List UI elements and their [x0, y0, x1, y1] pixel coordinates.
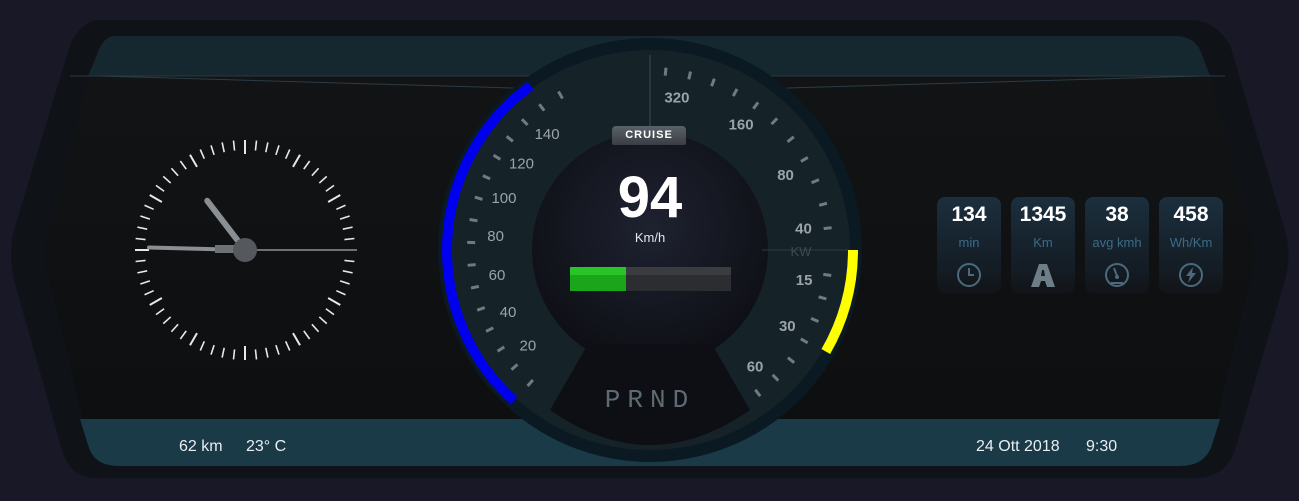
time-readout: 9:30 [1086, 438, 1118, 455]
speed-tick [538, 103, 546, 112]
speed-value: 94 [617, 165, 683, 230]
power-tick-label: 320 [664, 89, 689, 106]
power-tick [823, 226, 832, 231]
speed-tick [557, 90, 564, 100]
stat-unit: avg kmh [1092, 235, 1142, 250]
power-tick-label: 15 [796, 272, 813, 289]
battery-bar [570, 267, 731, 291]
stat-card-distance: 1345 Km [1011, 197, 1075, 293]
power-tick [754, 388, 762, 398]
power-tick [752, 101, 760, 110]
stat-card-duration: 134 min [937, 197, 1001, 293]
speed-tick [520, 118, 529, 127]
stat-card-consumption: 458 Wh/Km [1159, 197, 1223, 293]
power-tick [818, 201, 828, 207]
power-tick-label: 80 [777, 167, 794, 184]
date-readout: 24 Ott 2018 [976, 438, 1060, 455]
power-unit-label: KW [791, 244, 813, 259]
power-tick [710, 78, 716, 87]
gear-selector: PRND [604, 385, 696, 415]
lightning-icon [1179, 263, 1203, 287]
power-tick-label: 30 [779, 318, 796, 335]
power-tick-label: 40 [795, 220, 812, 237]
stat-card-avg-speed: 38 avg kmh [1085, 197, 1149, 293]
power-tick [818, 295, 827, 301]
power-tick [800, 337, 809, 345]
speed-tick [467, 263, 476, 267]
power-tick [810, 178, 820, 185]
power-tick [800, 156, 809, 163]
speed-tick [476, 306, 486, 312]
stat-value: 38 [1105, 203, 1129, 226]
stat-value: 458 [1173, 203, 1209, 226]
power-tick [823, 272, 832, 277]
speed-tick [485, 326, 494, 333]
speed-tick-label: 60 [489, 267, 506, 284]
speed-tick [482, 174, 491, 181]
speed-tick [469, 218, 478, 223]
power-tick [810, 316, 820, 323]
speed-tick [510, 363, 519, 371]
speed-tick [526, 379, 535, 387]
stat-unit: Wh/Km [1169, 235, 1213, 250]
power-tick-label: 60 [747, 359, 764, 376]
stat-value: 134 [951, 203, 987, 226]
power-tick [731, 88, 739, 97]
gauge-icon [1105, 263, 1129, 287]
stat-unit: min [958, 235, 980, 250]
speed-tick-label: 140 [535, 126, 560, 143]
speed-tick-label: 40 [500, 304, 517, 321]
road-icon [1031, 264, 1055, 287]
speed-tick [505, 135, 514, 143]
speed-tick-label: 120 [509, 155, 534, 172]
cruise-indicator: CRUISE [612, 126, 686, 145]
speed-tick [470, 284, 480, 290]
speed-tick-label: 80 [487, 228, 504, 245]
regen-arc [821, 249, 858, 354]
stat-value: 1345 [1019, 203, 1067, 226]
power-tick [663, 67, 668, 76]
speed-tick [496, 345, 506, 353]
power-tick [687, 71, 693, 80]
power-tick-label: 160 [729, 117, 754, 134]
speed-unit: Km/h [634, 230, 666, 245]
speed-tick-label: 20 [520, 337, 537, 354]
speed-tick [492, 153, 502, 161]
range-readout: 62 km [179, 438, 223, 455]
stat-unit: Km [1033, 235, 1053, 250]
power-tick [786, 356, 796, 364]
power-tick [771, 373, 780, 382]
clock-icon [957, 263, 981, 287]
speed-tick [474, 195, 483, 201]
power-tick [770, 117, 779, 126]
power-tick [786, 135, 795, 143]
speed-tick-label: 100 [491, 190, 516, 207]
temperature-readout: 23° C [246, 438, 287, 455]
